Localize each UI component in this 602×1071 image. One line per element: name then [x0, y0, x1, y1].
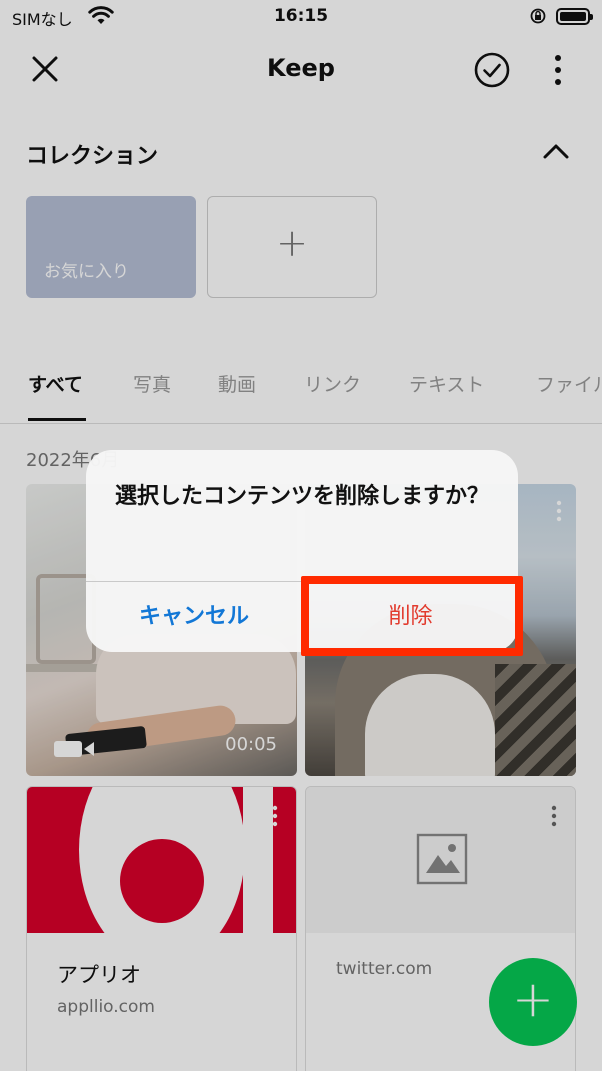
delete-button-highlight: [301, 576, 523, 656]
cancel-button[interactable]: キャンセル: [86, 582, 302, 652]
dialog-message: 選択したコンテンツを削除しますか？: [114, 484, 489, 509]
